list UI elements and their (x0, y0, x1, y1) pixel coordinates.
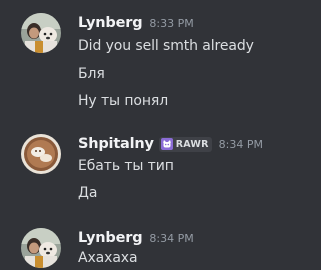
server-tag[interactable]: RAWR (158, 136, 212, 152)
username[interactable]: Lynberg (78, 15, 143, 31)
timestamp[interactable]: 8:33 PM (149, 17, 193, 30)
username[interactable]: Lynberg (78, 230, 143, 246)
username[interactable]: Shpitalny (78, 136, 154, 152)
message-group: Lynberg 8:33 PM Did you sell smth alread… (0, 13, 321, 113)
message-text: Ну ты понял (78, 93, 169, 109)
message-text: Бля (78, 66, 105, 82)
message-group: Shpitalny RAWR 8:34 PM Ебать ты тип Да (0, 134, 321, 204)
timestamp[interactable]: 8:34 PM (149, 232, 193, 245)
tag-label: RAWR (175, 138, 209, 150)
avatar[interactable] (21, 228, 61, 268)
avatar[interactable] (21, 134, 61, 174)
chat-message-list: Lynberg 8:33 PM Did you sell smth alread… (0, 0, 321, 270)
cat-face-icon (160, 138, 173, 150)
avatar[interactable] (21, 13, 61, 53)
timestamp[interactable]: 8:34 PM (219, 138, 263, 151)
message-text: Ебать ты тип (78, 158, 174, 174)
message-text: Да (78, 185, 98, 201)
message-group: Lynberg 8:34 PM Ахахаха (0, 228, 321, 270)
message-header: Shpitalny RAWR 8:34 PM (78, 134, 263, 154)
message-header: Lynberg 8:34 PM (78, 228, 194, 248)
message-text: Ахахаха (78, 250, 138, 266)
message-text: Did you sell smth already (78, 38, 254, 54)
message-header: Lynberg 8:33 PM (78, 13, 194, 33)
